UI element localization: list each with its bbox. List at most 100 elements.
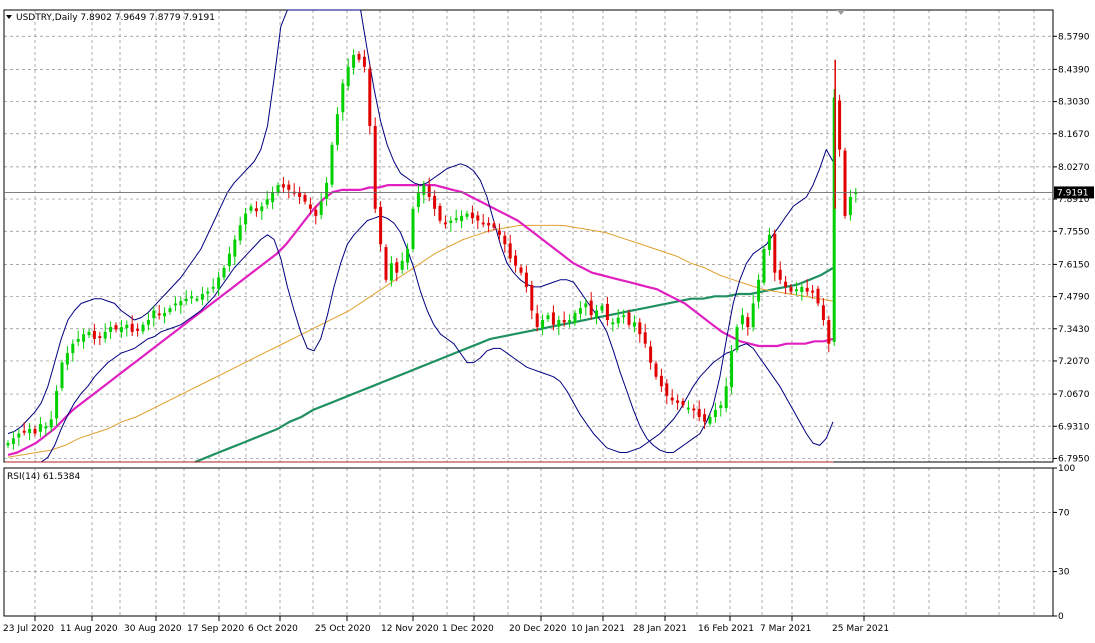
candle	[767, 227, 771, 256]
candle	[384, 244, 388, 283]
candle	[292, 183, 296, 197]
candle	[854, 187, 858, 203]
candle	[141, 321, 145, 335]
candle	[184, 290, 188, 306]
candle-body	[190, 296, 194, 299]
candle	[449, 216, 453, 232]
candle	[71, 339, 75, 362]
candle	[454, 209, 458, 223]
candle-body	[659, 375, 663, 387]
time-tick-label: 25 Oct 2020	[315, 624, 371, 634]
time-tick-label: 12 Nov 2020	[381, 624, 439, 634]
candle	[676, 394, 680, 410]
candle-body	[76, 338, 80, 342]
candle	[416, 185, 420, 213]
candle-body	[168, 308, 172, 312]
rsi-axis: 100 70 30 0	[1053, 464, 1075, 622]
candle	[670, 389, 674, 405]
candle	[173, 296, 177, 312]
candle	[33, 426, 37, 437]
candle-body	[217, 277, 221, 289]
candle	[800, 282, 804, 301]
candle	[827, 315, 831, 353]
candle-body	[492, 223, 496, 228]
candle	[724, 377, 728, 413]
candle-body	[676, 400, 680, 403]
price-tick-label: 7.3430	[1058, 325, 1090, 335]
candle-body	[800, 286, 804, 293]
candle	[65, 346, 69, 371]
candle	[303, 192, 307, 205]
candle-body	[643, 332, 647, 344]
candle	[28, 423, 32, 441]
candle	[346, 58, 350, 91]
candle-body	[38, 424, 42, 432]
candle	[433, 190, 437, 216]
candle-body	[589, 300, 593, 316]
candle	[546, 312, 550, 322]
chart-header: USDTRY,Daily 7.8902 7.9649 7.8779 7.9191	[6, 13, 215, 23]
candle-body	[438, 205, 442, 221]
candle	[249, 203, 253, 214]
candle-body	[827, 320, 831, 344]
candle	[271, 186, 275, 210]
candle-body	[260, 206, 264, 212]
candle	[481, 213, 485, 228]
candle-body	[395, 262, 399, 273]
chart-shift-icon[interactable]	[837, 10, 845, 15]
candle	[568, 314, 572, 328]
time-tick-label: 7 Mar 2021	[760, 624, 811, 634]
candle	[373, 117, 377, 214]
candle	[411, 205, 415, 252]
candle-body	[816, 288, 820, 304]
candle-body	[843, 150, 847, 216]
candle	[287, 180, 291, 199]
candle-body	[373, 125, 377, 209]
candle	[60, 359, 64, 392]
candle-body	[470, 212, 474, 219]
candle-body	[65, 353, 69, 365]
candle	[589, 292, 593, 320]
candle	[557, 315, 561, 336]
time-tick-label: 1 Dec 2020	[442, 624, 494, 634]
candle	[843, 147, 847, 219]
candle-body	[265, 199, 269, 205]
candle	[508, 234, 512, 263]
price-tick-label: 7.0670	[1058, 390, 1090, 400]
candle-body	[152, 310, 156, 319]
candle-body	[719, 405, 723, 409]
candle-body	[287, 184, 291, 190]
candle	[11, 431, 15, 450]
candle-body	[325, 182, 329, 199]
candle-body	[49, 419, 53, 428]
rsi-tick-label: 30	[1058, 568, 1070, 578]
candle-body	[335, 114, 339, 145]
symbol-header: USDTRY,Daily 7.8902 7.9649 7.8779 7.9191	[16, 13, 215, 23]
candle	[98, 331, 102, 346]
candle	[611, 318, 615, 332]
candle	[751, 294, 755, 332]
candle-body	[460, 215, 464, 222]
usdtry-daily-chart[interactable]: 8.57908.43908.30308.16708.02707.89107.75…	[0, 0, 1095, 639]
candle-body	[746, 317, 750, 328]
time-tick-label: 25 Mar 2021	[832, 624, 889, 634]
candle	[379, 201, 383, 252]
time-tick-label: 23 Jul 2020	[3, 624, 54, 634]
candle-body	[697, 408, 701, 418]
candle	[281, 177, 285, 194]
candle-body	[206, 291, 210, 294]
candle	[476, 211, 480, 230]
rsi-plot-frame	[3, 467, 1054, 617]
candle-body	[578, 308, 582, 314]
chart-menu-icon[interactable]	[6, 15, 12, 19]
candle	[692, 404, 696, 419]
candle	[92, 323, 96, 345]
candle-body	[384, 247, 388, 280]
candle-body	[103, 331, 107, 339]
candle-body	[611, 322, 615, 325]
candle	[211, 278, 215, 294]
candle	[487, 217, 491, 233]
candle	[816, 285, 820, 307]
candle	[503, 231, 507, 253]
candle-body	[146, 320, 150, 325]
